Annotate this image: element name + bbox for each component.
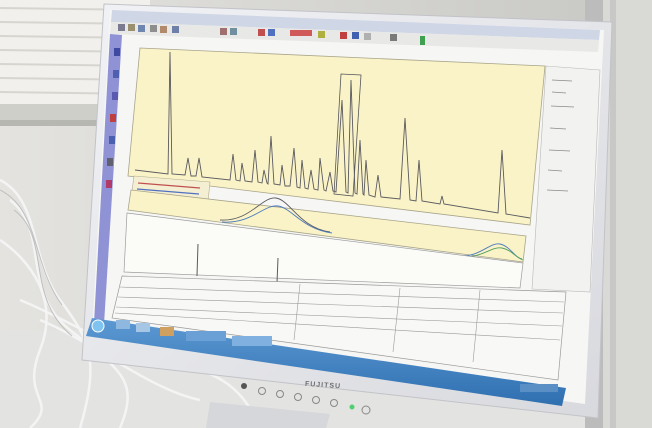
power-led [349, 404, 355, 410]
photo-scene [0, 0, 652, 428]
start-button [91, 319, 105, 333]
monitor-screen [86, 10, 604, 406]
